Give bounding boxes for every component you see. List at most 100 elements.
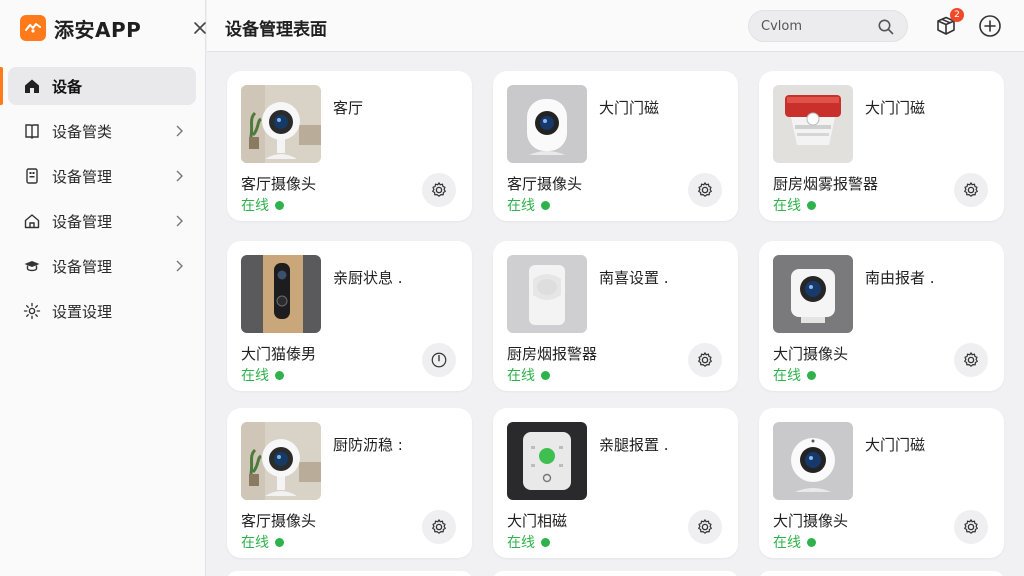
status-badge: 在线: [241, 365, 284, 385]
device-settings-button[interactable]: [688, 343, 722, 377]
status-text: 在线: [507, 368, 535, 384]
search-box[interactable]: [748, 10, 908, 42]
device-card[interactable]: 大门门磁 大门摄像头 在线: [759, 408, 1004, 558]
device-name: 大门猫傣男: [241, 345, 317, 363]
device-room-label: 南由报者 .: [865, 269, 935, 287]
app-name: 添安APP: [54, 17, 142, 42]
sidebar-item-devices[interactable]: 设备: [0, 67, 196, 105]
online-dot-icon: [541, 370, 550, 380]
plus-circle-icon: [979, 15, 1001, 37]
sidebar-item-settings[interactable]: 设置设理: [8, 292, 196, 330]
top-bar: 设备管理表面 2: [207, 0, 1024, 52]
search-input[interactable]: [761, 18, 871, 34]
status-text: 在线: [507, 198, 535, 214]
device-room-label: 亲厨状息 .: [333, 269, 403, 287]
device-settings-button[interactable]: [688, 510, 722, 544]
online-dot-icon: [807, 370, 816, 380]
device-panel-icon: [22, 166, 42, 186]
sidebar-item-device-management-3[interactable]: 设备管理: [8, 247, 196, 285]
status-text: 在线: [773, 535, 801, 551]
book-icon: [22, 121, 42, 141]
search-icon[interactable]: [877, 18, 895, 36]
device-card[interactable]: 大门门磁 客厅摄像头 在线: [493, 71, 738, 221]
sidebar-item-device-categories[interactable]: 设备管类: [8, 112, 196, 150]
chevron-right-icon: [172, 258, 186, 274]
device-name: 厨房烟雾报警器: [773, 175, 879, 193]
status-text: 在线: [507, 535, 535, 551]
chevron-right-icon: [172, 168, 186, 184]
device-thumbnail-video-doorbell: [241, 255, 321, 333]
notification-button[interactable]: 2: [934, 8, 964, 38]
app-logo-icon: [20, 15, 46, 41]
sidebar-item-label: 设备管理: [52, 212, 113, 231]
device-power-button[interactable]: [422, 343, 456, 377]
sidebar-item-device-management-2[interactable]: 设备管理: [8, 202, 196, 240]
device-card[interactable]: 亲腿报置 . 大门相磁 在线: [493, 408, 738, 558]
status-badge: 在线: [241, 532, 284, 552]
sidebar-item-device-management-1[interactable]: 设备管理: [8, 157, 196, 195]
status-badge: 在线: [507, 365, 550, 385]
device-settings-button[interactable]: [954, 173, 988, 207]
gear-icon: [432, 519, 446, 534]
device-card[interactable]: 厨防沥稳 : 客厅摄像头 在线: [227, 408, 472, 558]
add-device-button[interactable]: [978, 14, 1002, 38]
device-card-partial[interactable]: [493, 571, 738, 576]
gear-icon: [22, 301, 42, 321]
online-dot-icon: [275, 370, 284, 380]
sidebar: 添安APP 设备 设备管类 设备管理 设备管理 设备管理 设置设理: [0, 0, 206, 576]
status-badge: 在线: [507, 532, 550, 552]
device-card[interactable]: 客厅 客厅摄像头 在线: [227, 71, 472, 221]
online-dot-icon: [541, 200, 550, 210]
device-room-label: 大门门磁: [599, 99, 660, 117]
gear-icon: [432, 182, 446, 197]
sidebar-item-label: 设备管理: [52, 257, 113, 276]
gear-icon: [964, 182, 978, 197]
online-dot-icon: [541, 537, 550, 547]
online-dot-icon: [807, 537, 816, 547]
chevron-right-icon: [172, 123, 186, 139]
notification-badge: 2: [950, 8, 964, 22]
status-badge: 在线: [773, 195, 816, 215]
device-thumbnail-motion-sensor: [507, 255, 587, 333]
status-badge: 在线: [507, 195, 550, 215]
brand: 添安APP: [20, 14, 206, 42]
sidebar-item-label: 设备: [52, 77, 83, 96]
page-title: 设备管理表面: [225, 20, 327, 40]
gear-icon: [964, 519, 978, 534]
house-icon: [22, 211, 42, 231]
online-dot-icon: [275, 537, 284, 547]
device-card-partial[interactable]: [759, 571, 1004, 576]
device-settings-button[interactable]: [954, 343, 988, 377]
sidebar-item-label: 设备管类: [52, 122, 113, 141]
device-settings-button[interactable]: [422, 173, 456, 207]
chevron-right-icon: [172, 213, 186, 229]
power-icon: [431, 352, 447, 368]
device-name: 客厅摄像头: [241, 175, 317, 193]
device-name: 大门相磁: [507, 512, 568, 530]
sidebar-item-label: 设置设理: [52, 302, 113, 321]
device-room-label: 南喜设置 .: [599, 269, 669, 287]
device-thumbnail-smoke-alarm: [773, 85, 853, 163]
online-dot-icon: [275, 200, 284, 210]
device-settings-button[interactable]: [688, 173, 722, 207]
device-thumbnail-dome-camera: [507, 85, 587, 163]
status-text: 在线: [241, 535, 269, 551]
status-badge: 在线: [241, 195, 284, 215]
device-settings-button[interactable]: [954, 510, 988, 544]
device-card[interactable]: 南喜设置 . 厨房烟报警器 在线: [493, 241, 738, 391]
sidebar-item-label: 设备管理: [52, 167, 113, 186]
device-name: 客厅摄像头: [507, 175, 583, 193]
status-text: 在线: [241, 198, 269, 214]
device-card[interactable]: 南由报者 . 大门摄像头 在线: [759, 241, 1004, 391]
device-settings-button[interactable]: [422, 510, 456, 544]
device-name: 大门摄像头: [773, 345, 849, 363]
cap-icon: [22, 256, 42, 276]
device-room-label: 客厅: [333, 99, 364, 117]
device-card-partial[interactable]: [227, 571, 472, 576]
device-card[interactable]: 大门门磁 厨房烟雾报警器 在线: [759, 71, 1004, 221]
gear-icon: [698, 182, 712, 197]
device-card[interactable]: 亲厨状息 . 大门猫傣男 在线: [227, 241, 472, 391]
device-thumbnail-hub-device: [507, 422, 587, 500]
device-room-label: 大门门磁: [865, 99, 926, 117]
status-text: 在线: [241, 368, 269, 384]
